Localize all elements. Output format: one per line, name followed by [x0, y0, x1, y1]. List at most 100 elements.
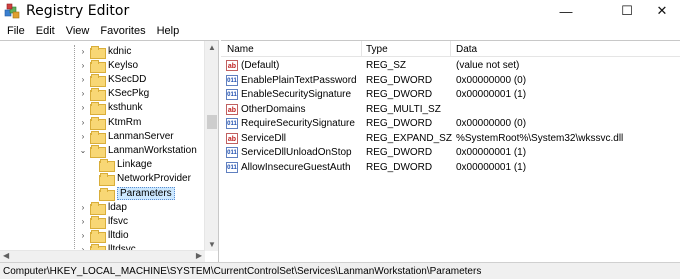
value-row[interactable]: 011 AllowInsecureGuestAuth REG_DWORD 0x0000…: [221, 161, 680, 175]
value-data: %SystemRoot%\System32\wkssvc.dll: [456, 132, 624, 144]
tree-item-networkprovider[interactable]: NetworkProvider: [95, 172, 191, 187]
menu-file[interactable]: File: [6, 25, 26, 37]
value-type: REG_DWORD: [366, 118, 433, 129]
value-type: REG_DWORD: [366, 89, 433, 100]
minimize-button[interactable]: —: [543, 0, 589, 22]
menu-edit[interactable]: Edit: [35, 25, 56, 37]
value-type: REG_DWORD: [366, 161, 433, 173]
expand-chevron-icon[interactable]: ›: [78, 118, 88, 127]
menu-help[interactable]: Help: [156, 25, 181, 37]
tree-item-kdnic[interactable]: › kdnic: [78, 44, 131, 59]
scroll-thumb[interactable]: [207, 115, 217, 129]
value-name: AllowInsecureGuestAuth: [241, 161, 351, 173]
value-type: REG_DWORD: [366, 74, 433, 86]
folder-icon: [90, 116, 106, 130]
scroll-right-icon[interactable]: ▶: [196, 251, 202, 260]
minimize-icon: —: [559, 3, 573, 19]
value-name: ServiceDllUnloadOnStop: [241, 147, 352, 158]
value-row[interactable]: 011 EnableSecuritySignature REG_DWORD 0x000…: [221, 88, 680, 102]
value-data: 0x00000001 (1): [456, 161, 527, 173]
tree-item-linkage[interactable]: Linkage: [95, 158, 153, 173]
collapse-chevron-icon[interactable]: ⌄: [78, 146, 88, 155]
menu-view[interactable]: View: [65, 25, 91, 37]
expand-chevron-icon[interactable]: ›: [78, 231, 88, 240]
tree-item-label: ldap: [108, 201, 127, 213]
value-row[interactable]: 011 ServiceDllUnloadOnStop REG_DWORD 0x0000…: [221, 146, 680, 160]
value-row[interactable]: 011 RequireSecuritySignature REG_DWORD 0x00…: [221, 117, 680, 131]
folder-icon: [90, 59, 106, 73]
tree-item-ksecpkg[interactable]: › KSecPkg: [78, 87, 149, 102]
tree-item-ksthunk[interactable]: › ksthunk: [78, 101, 143, 116]
tree-item-label: Linkage: [117, 159, 153, 171]
value-type: REG_MULTI_SZ: [366, 103, 441, 115]
tree-item-lltdio[interactable]: › lltdio: [78, 229, 129, 244]
tree-item-ldap[interactable]: › ldap: [78, 200, 127, 215]
value-row[interactable]: ab ServiceDll REG_EXPAND_SZ %SystemRoot%\Sy…: [221, 132, 680, 146]
column-divider[interactable]: [361, 41, 362, 56]
folder-icon: [90, 201, 106, 215]
scroll-up-icon[interactable]: ▲: [208, 43, 216, 52]
value-data: 0x00000000 (0): [456, 118, 527, 129]
expand-chevron-icon[interactable]: ›: [78, 89, 88, 98]
scroll-down-icon[interactable]: ▼: [208, 240, 216, 249]
values-list-pane[interactable]: Name Type Data ab (Default) REG_SZ (value n…: [221, 40, 680, 262]
close-button[interactable]: ✕: [639, 0, 680, 22]
value-type: REG_SZ: [366, 60, 407, 71]
tree-item-lanmanserver[interactable]: › LanmanServer: [78, 129, 174, 144]
folder-icon: [90, 102, 106, 116]
tree-item-ksecdd[interactable]: › KSecDD: [78, 72, 146, 87]
value-name: OtherDomains: [241, 103, 306, 115]
column-header-name[interactable]: Name: [227, 44, 254, 55]
value-type: REG_DWORD: [366, 147, 433, 158]
column-divider[interactable]: [450, 41, 451, 56]
menu-favorites[interactable]: Favorites: [99, 25, 146, 37]
tree-vertical-scrollbar[interactable]: ▲ ▼: [204, 41, 218, 251]
tree-item-label: ksthunk: [108, 102, 143, 114]
value-name: RequireSecuritySignature: [241, 118, 355, 129]
tree-item-parameters[interactable]: Parameters: [95, 186, 175, 201]
tree-item-lanmanworkstation[interactable]: ⌄ LanmanWorkstation: [78, 143, 197, 158]
menu-bar: File Edit View Favorites Help: [0, 22, 680, 39]
column-header-type[interactable]: Type: [366, 44, 388, 55]
value-data: (value not set): [456, 60, 520, 71]
status-bar: Computer\HKEY_LOCAL_MACHINE\SYSTEM\Curre…: [0, 262, 680, 279]
title-bar: Registry Editor — ☐ ✕: [0, 0, 680, 22]
tree-item-lfsvc[interactable]: › lfsvc: [78, 214, 128, 229]
expand-chevron-icon[interactable]: ›: [78, 75, 88, 84]
tree-item-ktmrm[interactable]: › KtmRm: [78, 115, 142, 130]
expand-chevron-icon[interactable]: ›: [78, 47, 88, 56]
folder-icon: [90, 73, 106, 87]
expand-chevron-icon[interactable]: ›: [78, 103, 88, 112]
folder-icon: [90, 88, 106, 102]
current-key-path: Computer\HKEY_LOCAL_MACHINE\SYSTEM\Curre…: [3, 265, 482, 277]
folder-icon: [99, 159, 115, 173]
value-data: 0x00000001 (1): [456, 89, 527, 100]
tree-item-label: lfsvc: [108, 215, 128, 227]
value-data: 0x00000000 (0): [456, 74, 527, 86]
tree-item-label: lltdio: [108, 230, 129, 242]
value-name: ServiceDll: [241, 132, 287, 144]
value-type: REG_EXPAND_SZ: [366, 132, 452, 144]
column-header-data[interactable]: Data: [456, 44, 477, 55]
expand-chevron-icon[interactable]: ›: [78, 203, 88, 212]
binary-value-icon: 011: [226, 147, 238, 158]
tree-item-label: LanmanWorkstation: [108, 144, 197, 156]
expand-chevron-icon[interactable]: ›: [78, 61, 88, 70]
folder-icon: [90, 215, 106, 229]
value-row[interactable]: ab OtherDomains REG_MULTI_SZ: [221, 103, 680, 117]
tree-item-label: KtmRm: [108, 116, 142, 128]
scroll-left-icon[interactable]: ◀: [3, 251, 9, 260]
tree-horizontal-scrollbar[interactable]: ◀ ▶: [0, 250, 205, 262]
value-row[interactable]: ab (Default) REG_SZ (value not set): [221, 59, 680, 73]
binary-value-icon: 011: [226, 74, 238, 86]
registry-tree-pane[interactable]: › kdnic › Keylso › KSecDD › KSecPkg › ksthunk › Ktm…: [0, 40, 219, 262]
value-row[interactable]: 011 EnablePlainTextPassword REG_DWORD 0x000…: [221, 74, 680, 88]
value-data: 0x00000001 (1): [456, 147, 527, 158]
tree-item-keylso[interactable]: › Keylso: [78, 58, 138, 73]
tree-item-label: NetworkProvider: [117, 173, 191, 185]
expand-chevron-icon[interactable]: ›: [78, 217, 88, 226]
binary-value-icon: 011: [226, 118, 238, 129]
binary-value-icon: 011: [226, 161, 238, 173]
tree-item-label: LanmanServer: [108, 130, 174, 142]
expand-chevron-icon[interactable]: ›: [78, 132, 88, 141]
